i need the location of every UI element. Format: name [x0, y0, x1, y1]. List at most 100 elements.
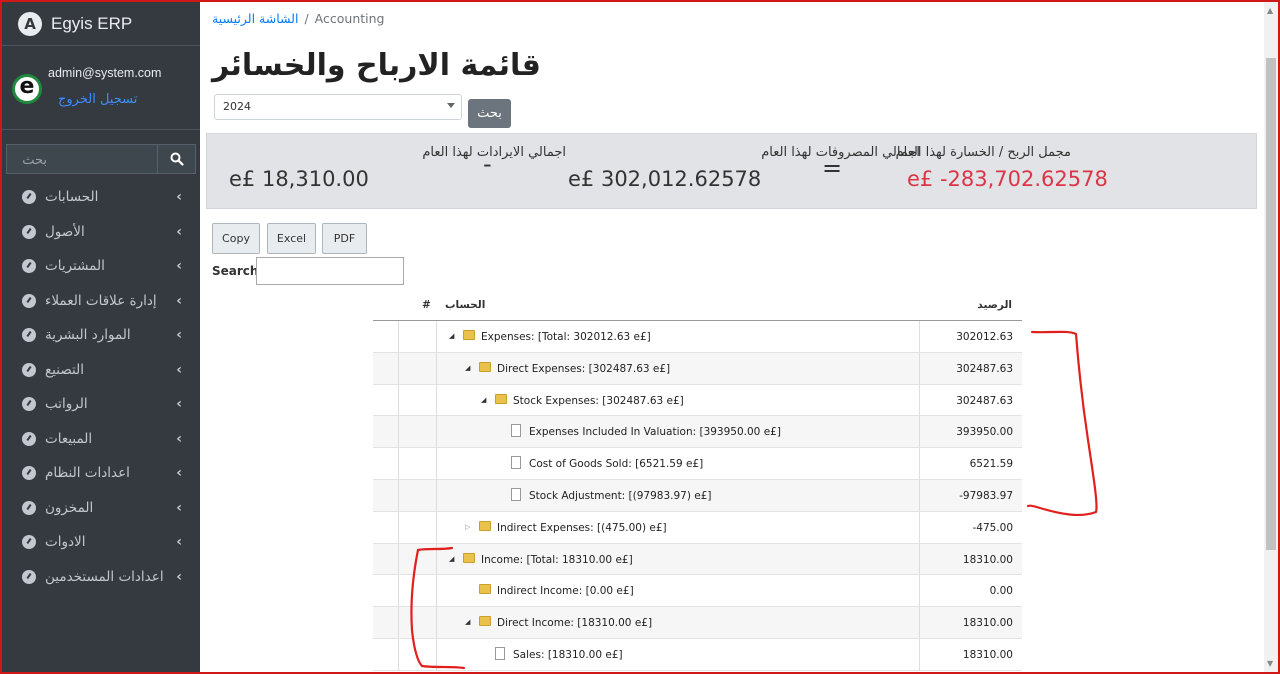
column-header-balance[interactable]: الرصيد — [977, 299, 1012, 311]
row-select-cell — [373, 448, 399, 479]
sidebar-item-label: المشتريات — [45, 258, 105, 275]
balance-cell: -475.00 — [919, 511, 1022, 543]
logout-link[interactable]: تسجيل الخروج — [58, 92, 137, 107]
breadcrumb: الشاشة الرئيسية / Accounting — [212, 11, 384, 26]
row-index-cell — [399, 479, 437, 511]
folder-icon — [495, 393, 507, 404]
row-index-cell — [399, 638, 437, 670]
sidebar-item-1[interactable]: الأصول ‹ — [2, 215, 200, 250]
table-row[interactable]: Cost of Goods Sold: [6521.59 e£] 6521.59 — [373, 448, 1022, 480]
table-row[interactable]: ▷ Indirect Expenses: [(475.00) e£] -475.00 — [373, 511, 1022, 544]
row-index-cell — [399, 575, 437, 607]
balance-cell: 18310.00 — [919, 607, 1022, 638]
sidebar-item-5[interactable]: التصنيع ‹ — [2, 353, 200, 388]
expand-toggle-icon[interactable]: ◢ — [465, 364, 470, 372]
account-name[interactable]: Cost of Goods Sold: [6521.59 e£] — [529, 458, 703, 470]
balance-value: 393950.00 — [956, 426, 1013, 439]
sidebar-item-10[interactable]: الادوات ‹ — [2, 525, 200, 560]
account-name[interactable]: Direct Income: [18310.00 e£] — [497, 617, 652, 629]
table-row[interactable]: Sales: [18310.00 e£] 18310.00 — [373, 638, 1022, 671]
user-email[interactable]: admin@system.com — [48, 66, 161, 80]
folder-icon — [463, 330, 475, 340]
sidebar-item-6[interactable]: الرواتب ‹ — [2, 387, 200, 422]
collapse-toggle-icon[interactable]: ▷ — [465, 523, 470, 531]
sidebar-item-9[interactable]: المخزون ‹ — [2, 491, 200, 526]
sidebar-search — [6, 144, 196, 176]
row-index-cell — [399, 511, 437, 543]
pdf-button[interactable]: PDF — [322, 223, 367, 254]
balance-value: -475.00 — [972, 521, 1013, 534]
account-name[interactable]: Direct Expenses: [302487.63 e£] — [497, 363, 670, 375]
account-name[interactable]: Income: [Total: 18310.00 e£] — [481, 554, 633, 566]
sidebar-item-label: اعدادات النظام — [45, 465, 130, 482]
scroll-down-arrow-icon[interactable]: ▼ — [1267, 659, 1273, 668]
scroll-up-arrow-icon[interactable]: ▲ — [1267, 6, 1273, 15]
dashboard-icon — [22, 569, 36, 584]
expand-toggle-icon[interactable]: ◢ — [449, 555, 454, 563]
row-select-cell — [373, 607, 399, 638]
row-index-cell — [399, 321, 437, 352]
balance-cell: 18310.00 — [919, 638, 1022, 670]
table-row[interactable]: ◢ Expenses: [Total: 302012.63 e£] 302012.6… — [373, 321, 1022, 353]
expand-toggle-icon[interactable]: ◢ — [449, 332, 454, 340]
folder-icon — [479, 520, 491, 531]
sidebar-item-8[interactable]: اعدادات النظام ‹ — [2, 456, 200, 491]
balance-value: 18310.00 — [962, 617, 1013, 630]
chevron-left-icon: ‹ — [176, 430, 182, 447]
sidebar-item-4[interactable]: الموارد البشرية ‹ — [2, 318, 200, 353]
copy-button[interactable]: Copy — [212, 223, 260, 254]
expense-total-value: e£ 302,012.62578 — [568, 167, 762, 191]
sidebar-item-3[interactable]: إدارة علاقات العملاء ‹ — [2, 284, 200, 319]
account-name[interactable]: Stock Adjustment: [(97983.97) e£] — [529, 490, 712, 502]
row-select-cell — [373, 416, 399, 448]
account-name[interactable]: Expenses: [Total: 302012.63 e£] — [481, 331, 651, 343]
breadcrumb-home-link[interactable]: الشاشة الرئيسية — [212, 11, 298, 26]
table-row[interactable]: ◢ Direct Expenses: [302487.63 e£] 302487.6… — [373, 352, 1022, 385]
income-total-value: e£ 18,310.00 — [229, 167, 369, 191]
expand-toggle-icon[interactable]: ◢ — [481, 396, 486, 404]
avatar[interactable]: e — [12, 74, 42, 104]
excel-button[interactable]: Excel — [267, 223, 316, 254]
expand-toggle-icon[interactable]: ◢ — [465, 618, 470, 626]
summary-panel: اجمالي الايرادات لهذا العام e£ 18,310.00… — [206, 133, 1257, 209]
sidebar-item-11[interactable]: اعدادات المستخدمين ‹ — [2, 560, 200, 595]
row-select-cell — [373, 543, 399, 575]
year-select[interactable]: 2024 — [214, 94, 462, 120]
sidebar-item-2[interactable]: المشتريات ‹ — [2, 249, 200, 284]
row-select-cell — [373, 384, 399, 416]
account-name[interactable]: Sales: [18310.00 e£] — [513, 649, 623, 661]
table-row[interactable]: ◢ Direct Income: [18310.00 e£] 18310.00 — [373, 607, 1022, 639]
row-select-cell — [373, 479, 399, 511]
column-header-account[interactable]: الحساب — [445, 299, 485, 311]
table-search-input[interactable] — [256, 257, 404, 285]
dashboard-icon — [22, 500, 36, 515]
row-index-cell — [399, 416, 437, 448]
sidebar-search-button[interactable] — [158, 144, 196, 174]
sidebar-item-0[interactable]: الحسابات ‹ — [2, 180, 200, 215]
account-name[interactable]: Stock Expenses: [302487.63 e£] — [513, 395, 684, 407]
account-name[interactable]: Indirect Income: [0.00 e£] — [497, 585, 634, 597]
search-button[interactable]: بحث — [468, 99, 511, 128]
column-header-hash[interactable]: # — [422, 299, 431, 311]
minus-sign: - — [483, 150, 492, 178]
sidebar-item-7[interactable]: المبيعات ‹ — [2, 422, 200, 457]
row-select-cell — [373, 575, 399, 607]
account-name[interactable]: Expenses Included In Valuation: [393950.… — [529, 426, 781, 438]
scrollbar-thumb[interactable] — [1266, 58, 1276, 550]
dashboard-icon — [22, 535, 36, 550]
sidebar-search-input[interactable] — [6, 144, 158, 174]
table-row[interactable]: Expenses Included In Valuation: [393950.… — [373, 416, 1022, 449]
search-icon — [170, 152, 184, 166]
chevron-left-icon: ‹ — [176, 327, 182, 344]
table-row[interactable]: ◢ Income: [Total: 18310.00 e£] 18310.00 — [373, 543, 1022, 576]
chevron-left-icon: ‹ — [176, 568, 182, 585]
account-name[interactable]: Indirect Expenses: [(475.00) e£] — [497, 522, 667, 534]
table-row[interactable]: Stock Adjustment: [(97983.97) e£] -97983.… — [373, 479, 1022, 512]
row-select-cell — [373, 352, 399, 384]
balance-cell: 302487.63 — [919, 352, 1022, 384]
sidebar-menu: الحسابات ‹ الأصول ‹ المشتريات ‹ إدارة علاقات ا… — [2, 180, 200, 594]
brand[interactable]: A Egyis ERP — [2, 2, 200, 46]
dashboard-icon — [22, 328, 36, 343]
table-row[interactable]: Indirect Income: [0.00 e£] 0.00 — [373, 575, 1022, 608]
table-row[interactable]: ◢ Stock Expenses: [302487.63 e£] 302487.63 — [373, 384, 1022, 417]
